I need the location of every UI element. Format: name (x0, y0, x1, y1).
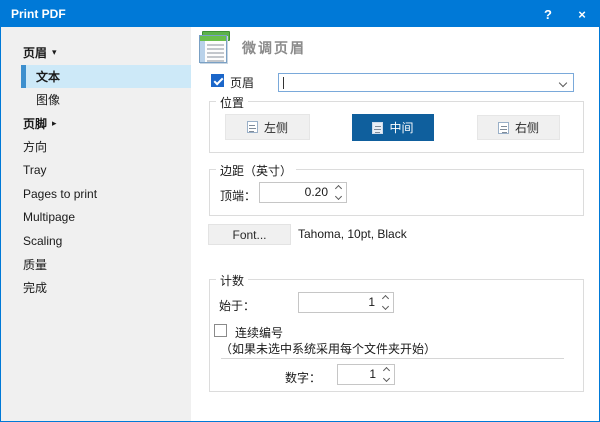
number-spinner[interactable]: 1 (337, 364, 395, 385)
sidebar-item-label: Pages to print (23, 186, 98, 201)
sidebar-item-image[interactable]: 图像 (1, 88, 191, 112)
position-center-button[interactable]: 中间 (352, 114, 434, 141)
align-left-icon (246, 121, 258, 133)
button-label: 左侧 (263, 120, 288, 135)
top-margin-value: 0.20 (304, 185, 328, 199)
spinner-down-icon[interactable] (381, 302, 390, 311)
sidebar-item-tray[interactable]: Tray (1, 159, 191, 183)
position-right-button[interactable]: 右侧 (477, 115, 560, 140)
divider (221, 358, 564, 359)
number-value: 1 (369, 367, 376, 381)
spinner-down-icon[interactable] (382, 374, 391, 383)
print-pdf-dialog: Print PDF ? × 页眉 ▾ 文本 图像 页脚 ▸ 方向 Tray Pa… (0, 0, 600, 422)
sidebar-item-multipage[interactable]: Multipage (1, 206, 191, 230)
top-margin-label: 顶端： (220, 189, 257, 203)
continuous-numbering-note: （如果未选中系统采用每个文件夹开始） (220, 342, 437, 356)
button-label: 右侧 (514, 121, 539, 135)
sidebar-item-quality[interactable]: 质量 (1, 253, 191, 277)
sidebar-item-label: 质量 (23, 257, 48, 272)
sidebar-item-orientation[interactable]: 方向 (1, 135, 191, 159)
chevron-down-icon: ▾ (52, 47, 57, 58)
spinner-arrows[interactable] (331, 183, 346, 202)
spinner-down-icon[interactable] (334, 192, 343, 201)
number-label: 数字： (285, 371, 322, 385)
count-group-label: 计数 (216, 272, 249, 289)
align-right-icon (497, 121, 509, 134)
sidebar-item-label: Tray (23, 163, 47, 178)
position-group-label: 位置 (216, 94, 249, 111)
header-page-icon (197, 31, 235, 64)
sidebar-item-label: 完成 (23, 281, 48, 296)
spinner-arrows[interactable] (379, 365, 394, 384)
sidebar-item-header[interactable]: 页眉 ▾ (1, 41, 191, 65)
start-at-value: 1 (368, 295, 375, 309)
margin-group-label: 边距（英寸） (216, 162, 297, 179)
count-group: 计数 始于： 1 连续编号 （如果未选中系统采用每个文件夹开始） 数字： 1 (209, 272, 584, 392)
font-button[interactable]: Font... (208, 224, 291, 245)
start-at-label: 始于： (219, 299, 256, 313)
header-checkbox-label: 页眉 (230, 76, 255, 90)
sidebar-item-label: 文本 (36, 69, 61, 84)
position-group: 位置 左侧 中间 右侧 (209, 94, 584, 153)
top-margin-spinner[interactable]: 0.20 (259, 182, 347, 203)
close-button[interactable]: × (565, 1, 599, 27)
continuous-numbering-label: 连续编号 (235, 326, 284, 340)
sidebar-item-label: 页脚 (23, 116, 48, 131)
button-label: 中间 (389, 121, 414, 135)
text-caret (283, 77, 284, 89)
sidebar-item-label: 页眉 (23, 46, 48, 61)
sidebar-item-pages-to-print[interactable]: Pages to print (1, 182, 191, 206)
sidebar-item-scaling[interactable]: Scaling (1, 229, 191, 253)
help-button[interactable]: ? (531, 1, 565, 27)
sidebar-item-label: 图像 (36, 93, 61, 108)
sidebar-item-text[interactable]: 文本 (21, 64, 191, 88)
sidebar-item-label: Multipage (23, 210, 76, 225)
start-at-spinner[interactable]: 1 (298, 292, 394, 313)
header-enabled-checkbox[interactable] (211, 74, 224, 87)
position-left-button[interactable]: 左侧 (225, 114, 310, 140)
spinner-up-icon[interactable] (334, 184, 343, 193)
spinner-arrows[interactable] (378, 293, 393, 312)
content-panel: 微调页眉 页眉 位置 左侧 中间 右侧 边距（英寸） 顶端： 0.20 Font… (191, 27, 599, 421)
continuous-numbering-checkbox[interactable] (214, 324, 227, 337)
align-center-icon (372, 121, 384, 134)
font-description: Tahoma, 10pt, Black (298, 227, 407, 241)
page-title: 微调页眉 (242, 40, 306, 56)
sidebar-item-label: Scaling (23, 233, 63, 248)
spinner-up-icon[interactable] (382, 366, 391, 375)
sidebar-item-finish[interactable]: 完成 (1, 276, 191, 300)
window-title: Print PDF (11, 7, 66, 21)
titlebar: Print PDF ? × (1, 1, 599, 27)
chevron-right-icon: ▸ (52, 117, 57, 128)
sidebar: 页眉 ▾ 文本 图像 页脚 ▸ 方向 Tray Pages to print M… (1, 27, 191, 421)
margin-group: 边距（英寸） 顶端： 0.20 (209, 162, 584, 216)
chevron-down-icon[interactable] (558, 78, 568, 88)
header-text-combobox[interactable] (278, 73, 574, 92)
sidebar-item-label: 方向 (23, 140, 48, 155)
spinner-up-icon[interactable] (381, 294, 390, 303)
sidebar-item-footer[interactable]: 页脚 ▸ (1, 112, 191, 136)
